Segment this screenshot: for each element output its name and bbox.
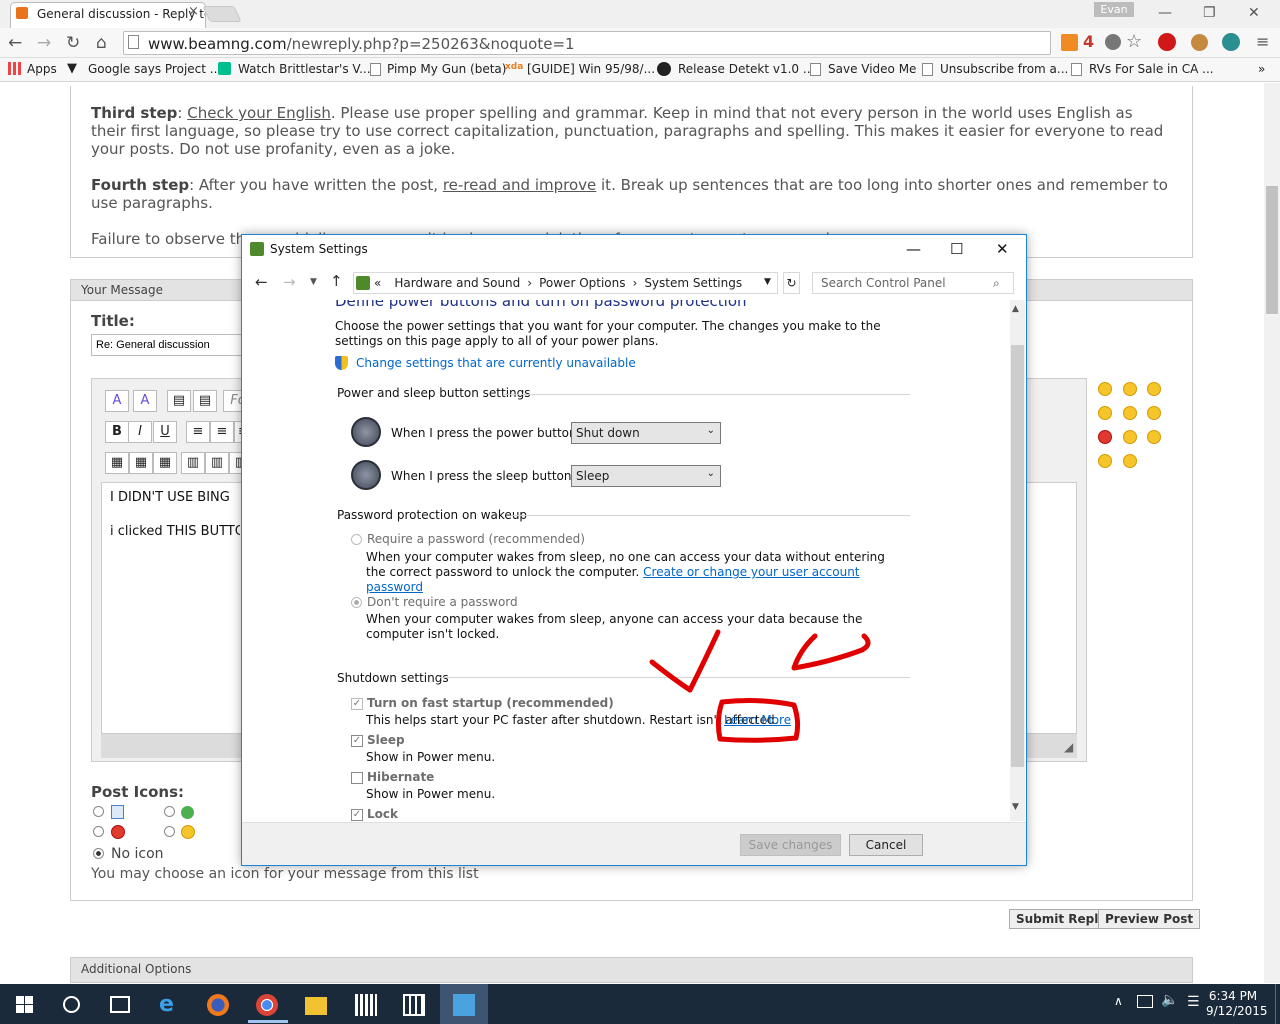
tray-chevron-icon[interactable]: ∧ [1114, 994, 1123, 1008]
red-annotation [649, 629, 871, 743]
arrow-stroke [649, 659, 693, 693]
start-icon[interactable] [16, 996, 33, 1013]
search-icon[interactable] [63, 996, 80, 1013]
edge-icon[interactable]: e [159, 994, 181, 1016]
windows-taskbar [0, 984, 1280, 1024]
volume-icon[interactable]: 🔈 [1161, 992, 1178, 1008]
active-indicator [248, 1020, 288, 1023]
clock-date: 9/12/2015 [1206, 1004, 1268, 1018]
chrome-icon[interactable] [256, 994, 278, 1016]
notification-icon[interactable]: ☰ [1187, 994, 1200, 1010]
task-view-icon[interactable] [110, 996, 130, 1013]
show-desktop-button[interactable] [1275, 984, 1280, 1024]
firefox-icon[interactable] [207, 994, 229, 1016]
highlight-box [715, 698, 801, 743]
store-icon[interactable] [403, 994, 425, 1016]
control-panel-taskbar-icon[interactable] [453, 994, 475, 1016]
clock[interactable]: 6:34 PM 9/12/2015 [1206, 989, 1268, 1019]
calculator-icon[interactable] [355, 994, 377, 1016]
arrow-stroke [687, 629, 721, 693]
arrow-stroke [791, 633, 871, 671]
file-explorer-icon[interactable] [305, 997, 327, 1015]
clock-time: 6:34 PM [1208, 989, 1258, 1003]
network-icon[interactable] [1137, 995, 1153, 1008]
